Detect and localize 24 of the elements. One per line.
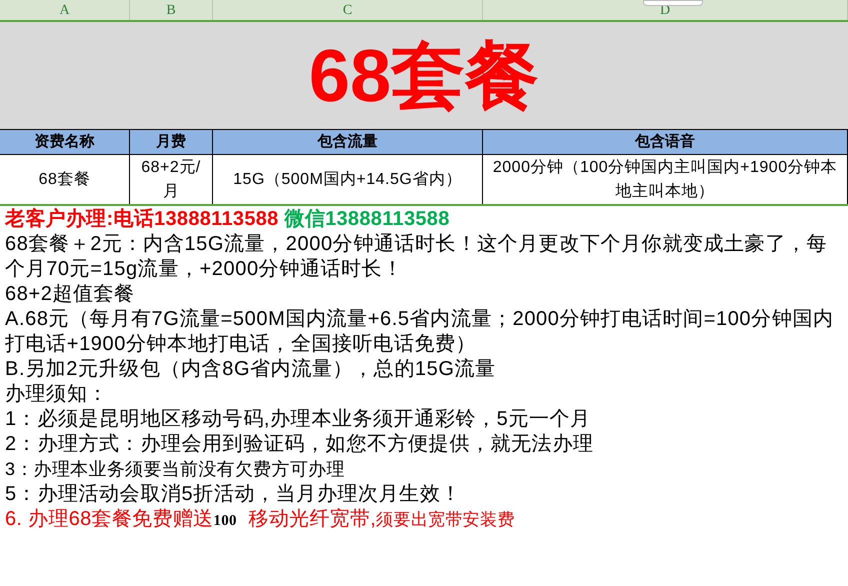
column-header[interactable]: A xyxy=(59,0,70,20)
text-line: 3：办理本业务须要当前没有欠费方可办理 xyxy=(5,458,346,481)
text-line: 2：办理方式：办理会用到验证码，如您不方便提供，就无法办理 xyxy=(5,432,595,457)
text-line: 68套餐＋2元：内含15G流量，2000分钟通话时长！这个月更改下个月你就变成土豪了，每个月70元=15g流量，+2000分钟通话时长！ xyxy=(5,232,828,282)
column-header[interactable]: B xyxy=(166,0,176,20)
column-heading: 包含流量 xyxy=(318,132,378,152)
text-line: 办理须知： xyxy=(5,382,109,407)
table-cell-text: 68+2元/月 xyxy=(140,158,202,202)
column-heading: 资费名称 xyxy=(34,132,94,152)
sheet-title: 68套餐 xyxy=(308,38,540,112)
column-heading: 月费 xyxy=(156,132,186,152)
text-line: A.68元（每月有7G流量=500M国内流量+6.5省内流量；2000分钟打电话时间=100分钟国内打电话+1900分钟本地打电话，全国接听电话免费） xyxy=(5,307,835,357)
text-line: 68+2超值套餐 xyxy=(5,282,136,307)
text-line: 5：办理活动会取消5折活动，当月办理次月生效！ xyxy=(5,482,462,507)
table-cell-text: 15G（500M国内+14.5G省内） xyxy=(233,170,462,190)
text-line: B.另加2元升级包（内含8G省内流量），总的15G流量 xyxy=(5,357,497,382)
column-heading: 包含语音 xyxy=(635,132,695,152)
text-line: 老客户办理:电话13888113588 微信13888113588 xyxy=(5,207,451,232)
dropdown-tab[interactable] xyxy=(643,0,703,6)
table-cell-text: 2000分钟（100分钟国内主叫国内+1900分钟本地主叫本地） xyxy=(492,158,838,202)
column-header[interactable]: C xyxy=(342,0,352,20)
text-line: 6. 办理68套餐免费赠送100 移动光纤宽带,须要出宽带安装费 xyxy=(5,507,516,532)
table-cell-text: 68套餐 xyxy=(38,170,90,190)
text-line: 1：必须是昆明地区移动号码,办理本业务须开通彩铃，5元一个月 xyxy=(5,407,592,432)
